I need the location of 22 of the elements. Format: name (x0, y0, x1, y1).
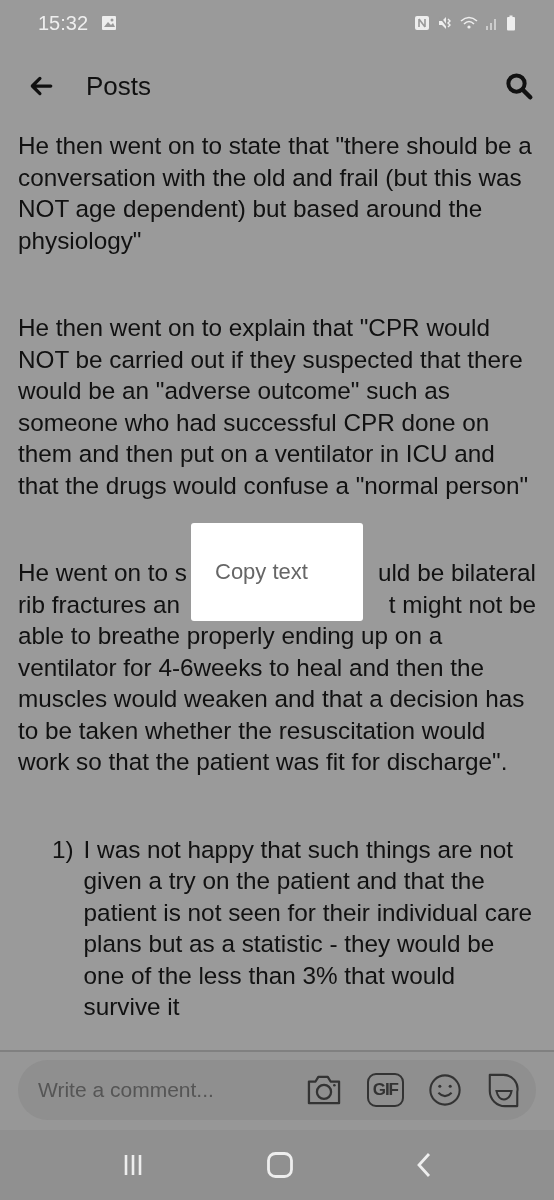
sticker-icon[interactable] (486, 1072, 522, 1108)
wifi-icon (460, 15, 478, 31)
comment-field[interactable]: Write a comment... GIF (18, 1060, 536, 1120)
page-title: Posts (86, 70, 152, 102)
post-paragraph: able to breathe properly ending up on a ventilator for 4-6weeks to heal and then the muscles would weaken and that a decision has to be taken whether the resuscitation would work so that the patient was fit for discharge". (18, 621, 526, 777)
list-number: 1) (52, 834, 74, 865)
home-icon[interactable] (266, 1151, 294, 1179)
mute-icon (437, 15, 453, 31)
post-text-fragment: t might not be (388, 589, 536, 620)
smiley-icon[interactable] (428, 1073, 462, 1107)
post-text-fragment: uld be bilateral (377, 558, 536, 588)
menu-item[interactable]: Copy text (191, 551, 332, 593)
post-text-fragment: rib fractures an (18, 589, 181, 620)
list-item-text: I was not happy that such things are not given a try on the patient and that the patient is not seen for their individual care plans but as a statistic - they would be one of the less than 3% that would survive it (83, 834, 533, 1022)
battery-icon (506, 15, 516, 31)
status-time: 15:32 (38, 11, 89, 35)
nfc-icon (414, 15, 430, 31)
gif-button[interactable]: GIF (366, 1073, 404, 1107)
post-text-fragment: He went on to s (18, 558, 187, 588)
post-paragraph: He then went on to state that "there should be a conversation with the old and frail (but this was NOT age dependent) but based around the physiology" (18, 131, 533, 256)
image-icon (101, 15, 118, 31)
post-paragraph: He then went on to explain that "CPR would NOT be carried out if they suspected that there would be an "adverse outcome" such as someone who had successful CPR done on them and then put on a ventilator in ICU and that the drugs would confuse a "normal person" (18, 313, 530, 501)
